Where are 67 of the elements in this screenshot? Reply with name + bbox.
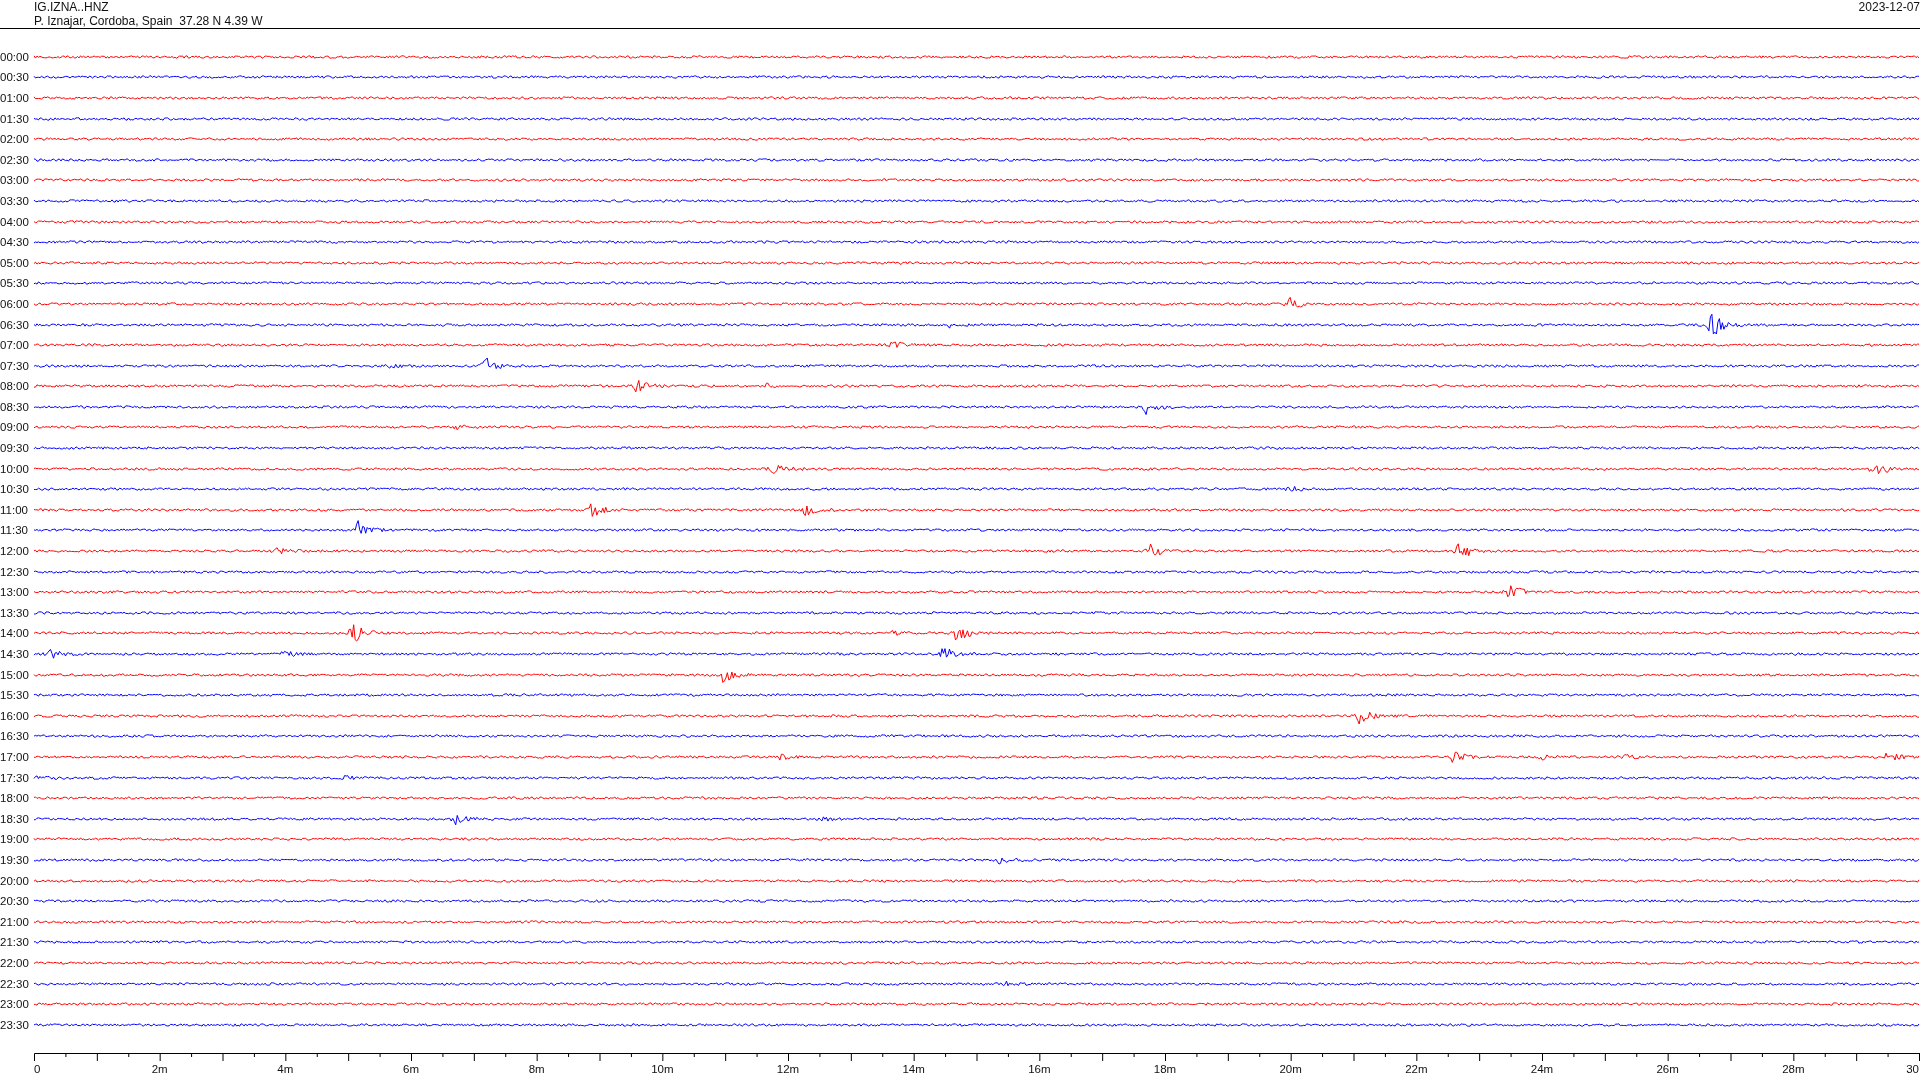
time-label: 18:30	[0, 812, 30, 825]
time-label: 20:30	[0, 895, 30, 908]
time-label: 17:30	[0, 771, 30, 784]
axis-tick-label: 22m	[1405, 1063, 1428, 1075]
axis-tick-label: 6m	[403, 1063, 419, 1075]
time-label: 09:30	[0, 442, 30, 455]
time-label: 01:30	[0, 112, 30, 125]
time-label: 22:00	[0, 956, 30, 969]
plot-date: 2023-12-07	[1858, 0, 1920, 14]
time-label: 21:30	[0, 936, 30, 949]
time-label: 19:30	[0, 853, 30, 866]
axis-tick-label: 28m	[1782, 1063, 1805, 1075]
axis-tick-label: 2m	[151, 1063, 168, 1075]
time-label: 08:30	[0, 400, 30, 413]
axis-tick-label: 8m	[528, 1063, 545, 1075]
time-label: 17:00	[0, 751, 30, 763]
time-label: 08:00	[0, 380, 30, 393]
time-label: 02:00	[0, 133, 30, 146]
axis-tick-label: 30	[1906, 1063, 1919, 1075]
axis-tick-label: 16m	[1028, 1063, 1051, 1075]
time-label: 23:00	[0, 998, 30, 1011]
time-label: 18:00	[0, 792, 30, 805]
time-label: 10:30	[0, 483, 30, 496]
time-label: 07:30	[0, 359, 30, 372]
time-label: 11:30	[0, 524, 29, 537]
time-label: 04:30	[0, 236, 30, 249]
time-label: 07:00	[0, 339, 30, 352]
time-label: 22:30	[0, 977, 30, 990]
time-label: 05:00	[0, 256, 30, 269]
axis-tick-label: 14m	[902, 1063, 925, 1075]
time-label: 13:00	[0, 586, 30, 599]
time-label: 14:00	[0, 627, 30, 640]
time-label: 16:00	[0, 709, 30, 722]
time-label: 12:00	[0, 545, 30, 558]
time-label: 20:00	[0, 874, 30, 887]
time-label: 19:00	[0, 833, 30, 846]
time-label: 12:30	[0, 565, 30, 578]
axis-tick-label: 4m	[277, 1063, 294, 1075]
time-label: 03:00	[0, 174, 30, 187]
time-label: 05:30	[0, 277, 30, 290]
time-label: 21:00	[0, 915, 30, 928]
axis-tick-label: 0	[34, 1063, 41, 1075]
axis-tick-label: 10m	[651, 1063, 674, 1075]
axis-tick-label: 18m	[1153, 1063, 1177, 1075]
axis-tick-label: 12m	[776, 1063, 800, 1075]
time-label: 15:00	[0, 668, 30, 681]
time-label: 09:00	[0, 421, 30, 434]
time-label: 11:00	[0, 503, 29, 516]
station-location: P. Iznajar, Cordoba, Spain 37.28 N 4.39 W	[34, 14, 263, 28]
time-label: 00:00	[0, 50, 30, 63]
time-label: 13:30	[0, 606, 30, 619]
time-label: 01:00	[0, 92, 30, 104]
time-label: 16:30	[0, 730, 30, 743]
time-label: 02:30	[0, 153, 30, 166]
time-label: 10:00	[0, 462, 30, 475]
time-label: 04:00	[0, 215, 30, 228]
axis-tick-label: 26m	[1656, 1063, 1679, 1075]
time-label: 06:30	[0, 318, 30, 331]
station-code: IG.IZNA..HNZ	[34, 0, 110, 14]
axis-tick-label: 24m	[1530, 1063, 1554, 1075]
time-label: 06:00	[0, 297, 30, 310]
time-label: 14:30	[0, 648, 30, 660]
axis-tick-label: 20m	[1279, 1063, 1302, 1075]
time-label: 23:30	[0, 1018, 30, 1031]
time-label: 03:30	[0, 194, 30, 207]
time-label: 15:30	[0, 689, 30, 702]
time-label: 00:30	[0, 71, 30, 84]
